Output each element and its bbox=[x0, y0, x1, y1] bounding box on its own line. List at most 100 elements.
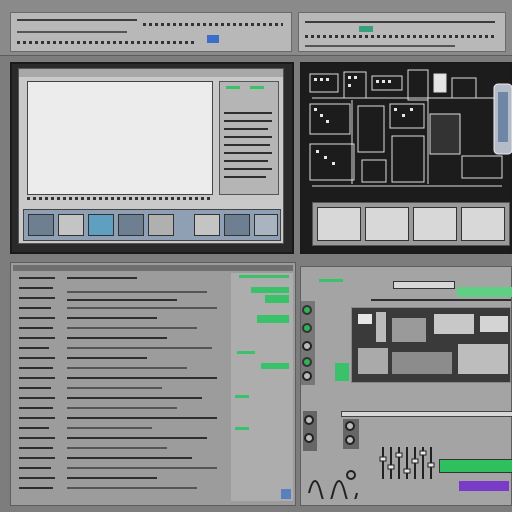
line-mark bbox=[19, 287, 53, 289]
line-mark bbox=[19, 437, 55, 439]
toolbar-button[interactable] bbox=[359, 26, 373, 32]
listing-quadrant bbox=[10, 262, 296, 506]
toggle-icon[interactable] bbox=[302, 305, 312, 315]
thumbnail[interactable] bbox=[148, 214, 174, 236]
line-mark bbox=[19, 487, 53, 489]
line-mark bbox=[19, 397, 55, 399]
green-block[interactable] bbox=[335, 363, 349, 381]
line-mark bbox=[19, 367, 53, 369]
side-panel-row bbox=[224, 136, 272, 138]
card[interactable] bbox=[413, 207, 457, 241]
line-mark bbox=[19, 447, 53, 449]
toggle-icon[interactable] bbox=[302, 323, 312, 333]
side-panel-row bbox=[224, 176, 266, 178]
line-mark bbox=[19, 477, 55, 479]
thumbnail[interactable] bbox=[88, 214, 114, 236]
knob-icon[interactable] bbox=[304, 433, 314, 443]
code-line bbox=[67, 417, 217, 419]
toggle-icon[interactable] bbox=[302, 341, 312, 351]
thumbnail-strip bbox=[23, 209, 281, 241]
code-listing[interactable] bbox=[67, 277, 227, 501]
code-line bbox=[67, 407, 177, 409]
slider-icon[interactable] bbox=[377, 443, 441, 483]
code-line bbox=[67, 447, 167, 449]
knob-column bbox=[343, 419, 359, 449]
line-mark bbox=[19, 307, 51, 309]
toolbar-ruler bbox=[143, 23, 283, 26]
toolbar-panel-right bbox=[298, 12, 506, 52]
editor-window-quadrant bbox=[10, 62, 294, 254]
code-line bbox=[67, 437, 207, 439]
code-line bbox=[67, 327, 197, 329]
code-line bbox=[67, 477, 157, 479]
card[interactable] bbox=[317, 207, 361, 241]
toolbar-rule bbox=[17, 19, 137, 21]
line-mark bbox=[19, 467, 51, 469]
code-line bbox=[67, 367, 187, 369]
level-meter bbox=[235, 427, 249, 430]
knob-icon[interactable] bbox=[304, 415, 314, 425]
thumbnail[interactable] bbox=[28, 214, 54, 236]
line-mark bbox=[19, 337, 55, 339]
line-mark bbox=[19, 297, 55, 299]
code-line bbox=[67, 337, 167, 339]
toolbar-ruler bbox=[305, 35, 495, 38]
scroll-corner[interactable] bbox=[281, 489, 291, 499]
level-meter bbox=[235, 395, 249, 398]
chip-part bbox=[392, 318, 426, 342]
line-mark bbox=[19, 277, 55, 279]
level-meter bbox=[237, 351, 255, 354]
side-panel-tab[interactable] bbox=[226, 86, 240, 89]
side-panel-row bbox=[224, 112, 272, 114]
document-canvas[interactable] bbox=[27, 81, 213, 195]
line-mark bbox=[19, 357, 55, 359]
line-mark bbox=[19, 457, 55, 459]
side-panel bbox=[219, 81, 279, 195]
thumbnail[interactable] bbox=[58, 214, 84, 236]
code-line bbox=[67, 467, 217, 469]
level-meter bbox=[265, 295, 289, 303]
code-line bbox=[67, 387, 162, 389]
toolbar-rule bbox=[17, 31, 127, 33]
code-line bbox=[67, 291, 207, 293]
side-panel-tab[interactable] bbox=[250, 86, 264, 89]
line-mark bbox=[19, 347, 49, 349]
toggle-column bbox=[301, 301, 315, 385]
code-line bbox=[67, 487, 197, 489]
card[interactable] bbox=[461, 207, 505, 241]
code-line bbox=[67, 357, 147, 359]
listing-header-bar bbox=[13, 265, 293, 271]
chip-part bbox=[480, 316, 508, 332]
knob-icon[interactable] bbox=[345, 435, 355, 445]
line-number-column bbox=[19, 277, 59, 501]
header-rule bbox=[371, 299, 511, 301]
toggle-icon[interactable] bbox=[302, 357, 312, 367]
thumbnail[interactable] bbox=[194, 214, 220, 236]
thumbnail[interactable] bbox=[118, 214, 144, 236]
line-mark bbox=[19, 427, 49, 429]
hardware-board bbox=[351, 307, 511, 383]
thumbnail[interactable] bbox=[254, 214, 278, 236]
editor-window bbox=[18, 68, 284, 244]
line-mark bbox=[19, 387, 51, 389]
toolbar-rule bbox=[305, 45, 455, 47]
status-indicator bbox=[319, 279, 343, 282]
line-mark bbox=[19, 407, 53, 409]
line-mark bbox=[19, 417, 55, 419]
side-panel-row bbox=[224, 160, 268, 162]
side-panel-row bbox=[224, 120, 272, 122]
chip-part bbox=[458, 344, 508, 374]
level-meter bbox=[261, 363, 289, 369]
toolbar-button[interactable] bbox=[207, 35, 219, 43]
code-line bbox=[67, 277, 137, 279]
thumbnail[interactable] bbox=[224, 214, 250, 236]
level-meter bbox=[251, 287, 289, 293]
line-mark bbox=[19, 377, 55, 379]
board-bottom-cards bbox=[312, 202, 510, 246]
chip-part bbox=[434, 314, 474, 334]
card[interactable] bbox=[365, 207, 409, 241]
side-panel-row bbox=[224, 168, 272, 170]
code-line bbox=[67, 377, 217, 379]
knob-icon[interactable] bbox=[345, 421, 355, 431]
toggle-icon[interactable] bbox=[302, 371, 312, 381]
